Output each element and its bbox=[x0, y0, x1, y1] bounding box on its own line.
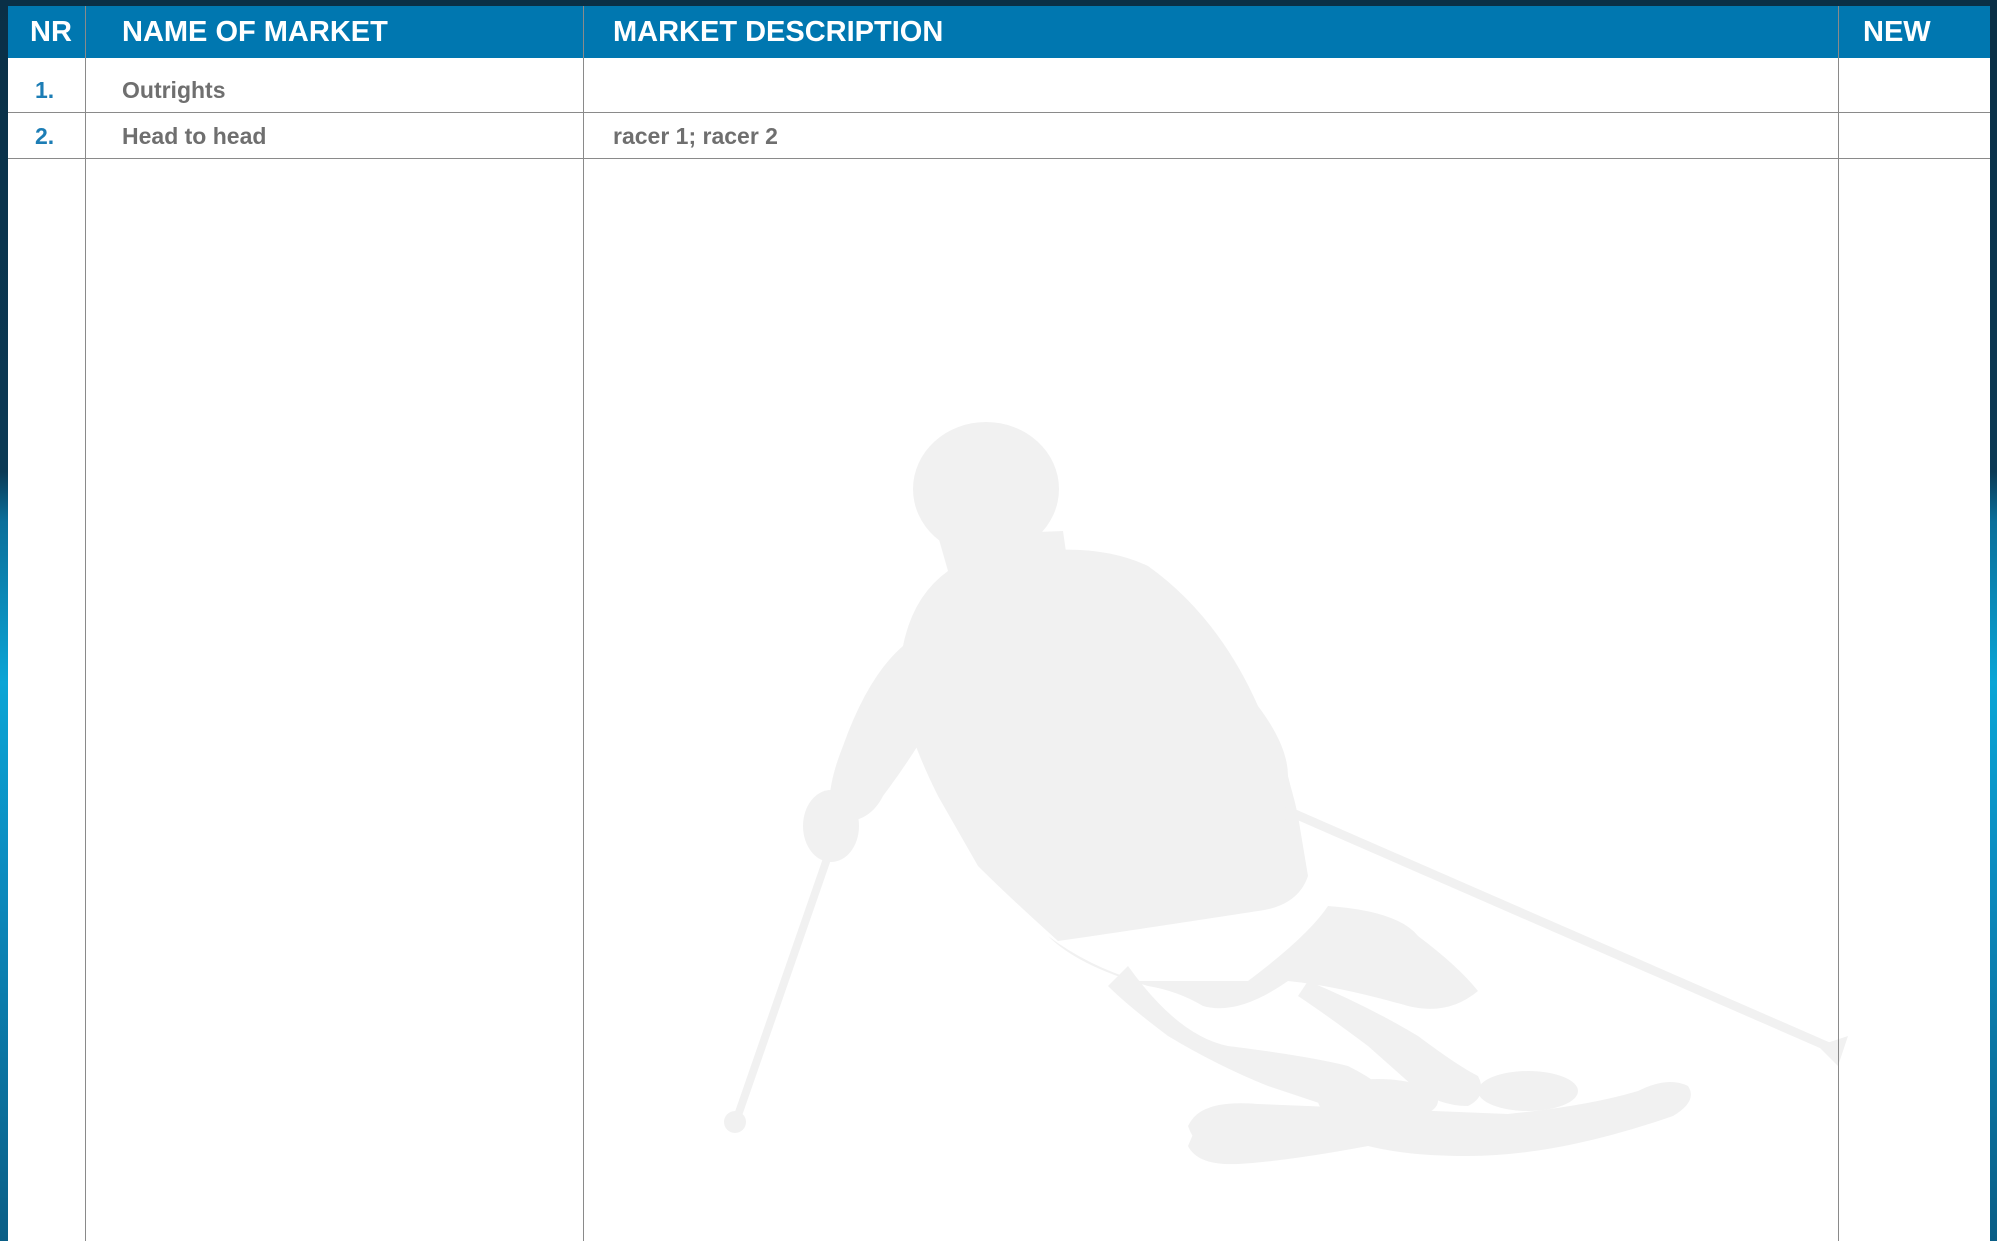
market-name: Head to head bbox=[122, 123, 267, 149]
header-nr: NR bbox=[30, 16, 72, 48]
row-number: 2. bbox=[35, 123, 55, 149]
market-name: Outrights bbox=[122, 77, 226, 103]
header-new: NEW bbox=[1863, 16, 1931, 48]
column-divider bbox=[85, 6, 86, 1241]
markets-table: NR NAME OF MARKET MARKET DESCRIPTION NEW… bbox=[8, 6, 1990, 1241]
column-divider bbox=[1838, 6, 1839, 1241]
row-divider bbox=[8, 112, 1990, 113]
header-market-description: MARKET DESCRIPTION bbox=[613, 16, 944, 48]
column-divider bbox=[583, 6, 584, 1241]
table-header: NR NAME OF MARKET MARKET DESCRIPTION NEW bbox=[8, 6, 1990, 58]
row-number: 1. bbox=[35, 77, 55, 103]
header-name-of-market: NAME OF MARKET bbox=[122, 16, 388, 48]
skier-silhouette-icon bbox=[724, 422, 1848, 1165]
row-divider bbox=[8, 158, 1990, 159]
market-description: racer 1; racer 2 bbox=[613, 123, 778, 149]
